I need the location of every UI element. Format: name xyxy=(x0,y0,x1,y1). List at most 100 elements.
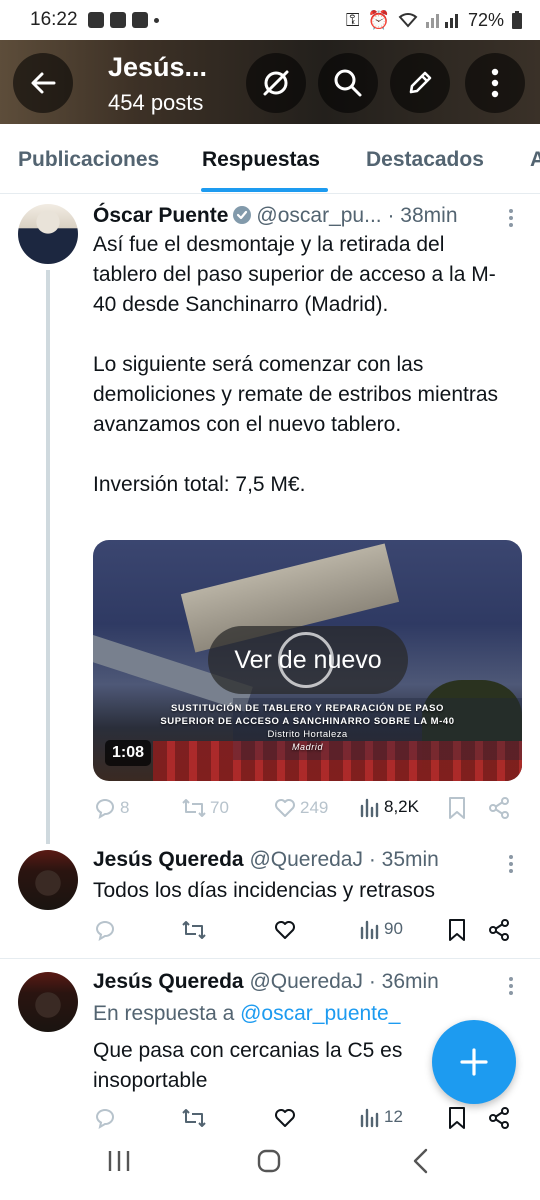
bookmark-button[interactable] xyxy=(447,918,467,942)
wifi-icon xyxy=(398,13,418,28)
tweet-time: · 38min xyxy=(387,204,458,227)
battery-percent: 72% xyxy=(467,9,504,30)
status-notification-icons xyxy=(87,12,159,28)
signal-icon xyxy=(425,14,458,28)
recent-apps-button[interactable] xyxy=(106,1148,132,1179)
repost-icon xyxy=(182,799,206,817)
home-icon xyxy=(257,1149,281,1173)
views-button[interactable]: 8,2K xyxy=(359,796,419,818)
alarm-icon: ⏰ xyxy=(367,9,390,30)
tweet-author-line: Óscar Puente @oscar_pu... · 38min xyxy=(93,204,458,228)
avatar[interactable] xyxy=(18,972,78,1032)
key-icon: ⚿ xyxy=(345,9,360,30)
status-bar: 16:22 ⚿ ⏰ 72% xyxy=(0,0,540,40)
like-button[interactable] xyxy=(273,918,297,942)
tweet-author-line: Jesús Quereda @QueredaJ · 36min xyxy=(93,970,439,994)
repost-icon xyxy=(182,1109,206,1127)
like-count: 249 xyxy=(300,798,329,817)
reply-mention-link[interactable]: @oscar_puente_ xyxy=(240,1002,400,1025)
author-name[interactable]: Jesús Quereda xyxy=(93,970,244,993)
views-chart-icon xyxy=(360,798,379,818)
recent-apps-icon xyxy=(108,1151,130,1171)
share-button[interactable] xyxy=(487,918,511,942)
tweet-author-line: Jesús Quereda @QueredaJ · 35min xyxy=(93,848,439,872)
tab-respuestas[interactable]: Respuestas xyxy=(202,148,320,172)
author-name[interactable]: Jesús Quereda xyxy=(93,848,244,871)
author-handle[interactable]: @QueredaJ xyxy=(249,848,363,871)
share-icon xyxy=(489,797,509,819)
more-vertical-icon xyxy=(509,855,513,873)
search-button[interactable] xyxy=(318,53,378,113)
more-vertical-icon xyxy=(509,977,513,995)
tweet-actions: 8 70 249 8,2K xyxy=(93,796,513,826)
repost-icon xyxy=(182,921,206,939)
share-button[interactable] xyxy=(487,1106,511,1130)
repost-count: 70 xyxy=(210,798,229,817)
views-count: 90 xyxy=(384,919,403,938)
reply-context: En respuesta a @oscar_puente_ xyxy=(93,1002,400,1026)
back-nav-button[interactable] xyxy=(410,1148,432,1179)
reply-button[interactable] xyxy=(93,1106,117,1130)
caption-city: Madrid xyxy=(291,742,324,752)
views-chart-icon xyxy=(360,920,379,940)
share-icon xyxy=(489,1107,509,1129)
post-count: 454 posts xyxy=(108,90,204,115)
author-handle[interactable]: @oscar_pu... xyxy=(256,204,381,227)
author-handle[interactable]: @QueredaJ xyxy=(249,970,363,993)
bookmark-button[interactable] xyxy=(447,1106,467,1130)
tweet-time: · 36min xyxy=(368,970,439,993)
compose-button[interactable] xyxy=(390,53,450,113)
active-tab-indicator xyxy=(201,188,328,192)
caption-district: Distrito Hortaleza xyxy=(267,729,348,740)
views-button[interactable]: 12 xyxy=(359,1106,403,1128)
more-vertical-icon xyxy=(509,209,513,227)
tweet-time: · 35min xyxy=(368,848,439,871)
tab-destacados[interactable]: Destacados xyxy=(366,148,484,172)
tweet-more-button[interactable] xyxy=(508,854,514,874)
like-button[interactable]: 249 xyxy=(273,796,328,820)
avatar[interactable] xyxy=(18,204,78,264)
tweet-more-button[interactable] xyxy=(508,208,514,228)
pencil-icon xyxy=(409,71,432,94)
author-name[interactable]: Óscar Puente xyxy=(93,204,228,227)
tab-publicaciones[interactable]: Publicaciones xyxy=(18,148,159,172)
tweet-text: Todos los días incidencias y retrasos xyxy=(93,879,435,902)
tweet-more-button[interactable] xyxy=(508,976,514,996)
share-button[interactable] xyxy=(487,796,511,820)
reply-button[interactable] xyxy=(93,918,117,942)
tab-next[interactable]: A xyxy=(530,148,540,172)
reply-button[interactable]: 8 xyxy=(93,796,129,820)
share-icon xyxy=(489,919,509,941)
heart-icon xyxy=(275,1109,295,1127)
more-vertical-icon xyxy=(491,68,499,98)
verified-badge-icon xyxy=(233,206,252,224)
repost-button[interactable] xyxy=(181,1106,207,1130)
avatar[interactable] xyxy=(18,850,78,910)
like-button[interactable] xyxy=(273,1106,297,1130)
repost-button[interactable] xyxy=(181,918,207,942)
more-options-button[interactable] xyxy=(465,53,525,113)
bookmark-icon xyxy=(449,919,465,941)
views-button[interactable]: 90 xyxy=(359,918,403,940)
new-post-fab-button[interactable] xyxy=(432,1020,516,1104)
back-button[interactable] xyxy=(13,53,73,113)
replay-button[interactable]: Ver de nuevo xyxy=(208,626,408,694)
caption-line-2: SUPERIOR DE ACCESO A SANCHINARRO SOBRE L… xyxy=(160,716,455,727)
reply-icon xyxy=(95,799,114,820)
tweet-video[interactable]: SUSTITUCIÓN DE TABLERO Y REPARACIÓN DE P… xyxy=(93,540,522,781)
tweet-jesus-quereda-1[interactable]: Jesús Quereda @QueredaJ · 35min Todos lo… xyxy=(0,840,540,958)
grok-button[interactable] xyxy=(246,53,306,113)
bookmark-button[interactable] xyxy=(447,796,467,820)
video-duration: 1:08 xyxy=(105,740,152,766)
search-icon xyxy=(334,69,362,97)
heart-icon xyxy=(275,921,295,939)
battery-icon xyxy=(512,11,522,29)
repost-button[interactable]: 70 xyxy=(181,796,229,820)
profile-header: Jesús... 454 posts xyxy=(0,40,540,124)
replay-label: Ver de nuevo xyxy=(234,645,382,674)
status-time: 16:22 xyxy=(30,9,78,30)
thread-line xyxy=(46,270,50,844)
home-button[interactable] xyxy=(256,1148,282,1179)
system-navigation-bar xyxy=(0,1130,540,1200)
views-count: 8,2K xyxy=(384,797,419,816)
